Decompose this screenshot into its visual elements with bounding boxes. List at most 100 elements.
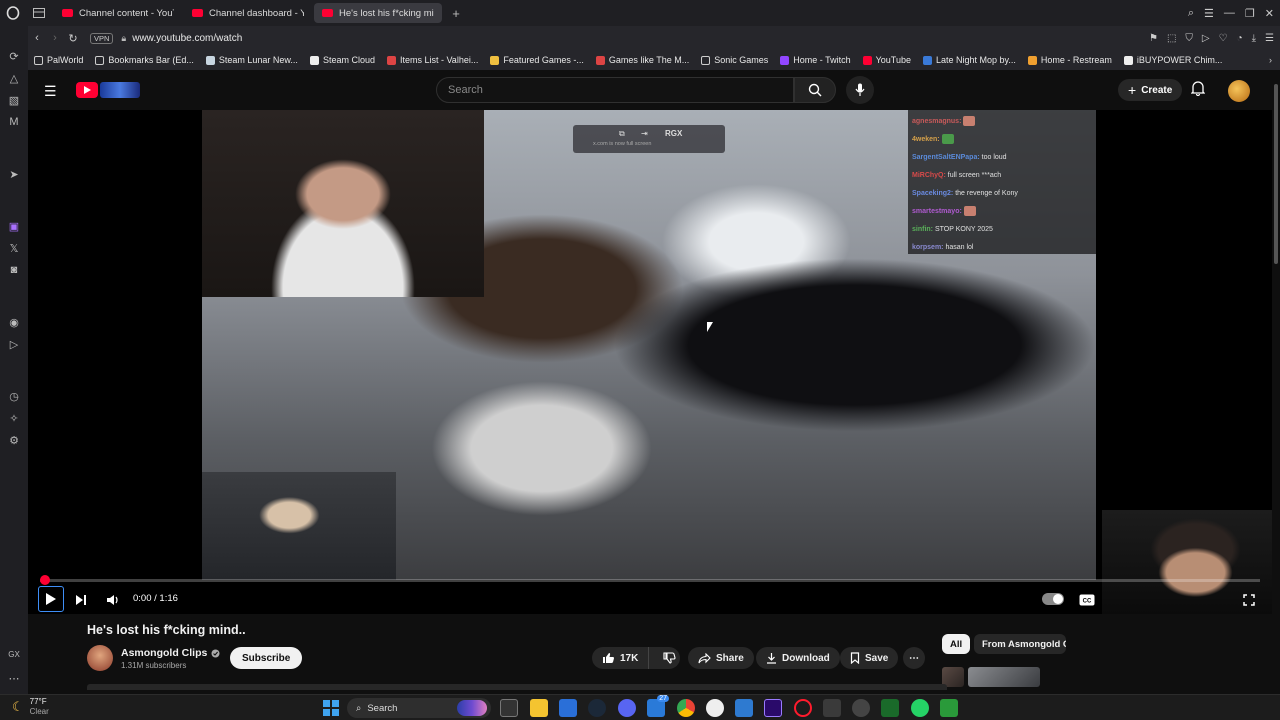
- whatsapp-icon[interactable]: [911, 699, 929, 717]
- discord-icon[interactable]: [618, 699, 636, 717]
- play-button[interactable]: [38, 586, 64, 612]
- store-icon[interactable]: [559, 699, 577, 717]
- download-button[interactable]: Download: [756, 647, 840, 669]
- shield-icon[interactable]: ⛉: [1185, 33, 1193, 44]
- player-icon[interactable]: ◉: [0, 316, 28, 329]
- gx-icon[interactable]: GX: [0, 650, 28, 659]
- youtube-doodle-logo[interactable]: [100, 82, 140, 98]
- task-view-icon[interactable]: [500, 699, 518, 717]
- more-icon[interactable]: ⋯: [0, 672, 28, 685]
- snipping-tool-icon[interactable]: [823, 699, 841, 717]
- history-icon[interactable]: ⟳: [0, 50, 28, 63]
- bookmark-item[interactable]: Bookmarks Bar (Ed...: [95, 55, 194, 65]
- bookmark-item[interactable]: Games like The M...: [595, 55, 689, 65]
- chip-all[interactable]: All: [942, 634, 971, 654]
- url-field[interactable]: www.youtube.com/watch: [132, 33, 242, 44]
- close-button[interactable]: ✕: [1265, 7, 1274, 20]
- gallery-icon[interactable]: ▧: [0, 94, 28, 107]
- extensions-icon[interactable]: ✧: [0, 412, 28, 425]
- scrollbar-thumb[interactable]: [1274, 84, 1278, 264]
- create-button[interactable]: + Create: [1118, 79, 1183, 101]
- snapshot-icon[interactable]: ⬚: [1167, 33, 1176, 44]
- search-button[interactable]: [794, 77, 836, 103]
- bookmark-item[interactable]: Items List - Valhei...: [386, 55, 478, 65]
- x-icon[interactable]: 𝕏: [0, 242, 28, 255]
- app-green-2-icon[interactable]: [940, 699, 958, 717]
- search-input[interactable]: [437, 78, 793, 102]
- search-tabs-icon[interactable]: ⌕: [1188, 7, 1194, 20]
- discord-icon[interactable]: ◙: [0, 264, 28, 276]
- more-actions-button[interactable]: ⋯: [903, 647, 925, 669]
- bookmark-item[interactable]: Steam Cloud: [309, 55, 375, 65]
- twitch-icon[interactable]: ▣: [0, 220, 28, 233]
- workspaces-icon[interactable]: [26, 0, 52, 26]
- opera-gx-icon[interactable]: [794, 699, 812, 717]
- volume-button[interactable]: [102, 589, 124, 611]
- aria-icon[interactable]: △: [0, 72, 28, 85]
- channel-name-link[interactable]: Asmongold Clips: [121, 647, 220, 659]
- windows-start-icon[interactable]: [322, 699, 340, 717]
- minimize-button[interactable]: —: [1224, 7, 1235, 19]
- description-box-edge[interactable]: [87, 684, 947, 690]
- subscribe-button[interactable]: Subscribe: [230, 647, 303, 669]
- autoplay-toggle[interactable]: [1042, 593, 1064, 605]
- steam-icon[interactable]: [588, 699, 606, 717]
- obs-icon[interactable]: [852, 699, 870, 717]
- video-player[interactable]: ⧉ ⇥ RGX x.com is now full screen agnesma…: [28, 110, 1272, 614]
- forward-button[interactable]: ›: [46, 32, 64, 44]
- channel-avatar[interactable]: [87, 645, 113, 671]
- premiere-pro-icon[interactable]: [764, 699, 782, 717]
- clock-icon[interactable]: ◷: [0, 390, 28, 403]
- bookmark-item[interactable]: Sonic Games: [701, 55, 768, 65]
- tab-menu-icon[interactable]: ☰: [1204, 7, 1214, 20]
- github-icon[interactable]: [706, 699, 724, 717]
- menu-hamburger-icon[interactable]: ☰: [44, 83, 57, 100]
- tab-channel-content[interactable]: Channel content - YouTube: [54, 3, 182, 23]
- mail-icon[interactable]: M: [0, 116, 28, 128]
- page-scrollbar[interactable]: [1272, 70, 1280, 694]
- chrome-icon[interactable]: [677, 699, 695, 717]
- tab-channel-dashboard[interactable]: Channel dashboard - YouTube: [184, 3, 312, 23]
- weather-widget[interactable]: ☾ 77°F Clear: [12, 697, 49, 717]
- bookmark-item[interactable]: Home - Twitch: [780, 55, 851, 65]
- send-icon[interactable]: ▷: [0, 338, 28, 351]
- app-green-icon[interactable]: [881, 699, 899, 717]
- opera-logo-icon[interactable]: [0, 0, 26, 26]
- bookmark-item[interactable]: Steam Lunar New...: [205, 55, 298, 65]
- taskbar-search[interactable]: ⌕ Search: [347, 698, 491, 718]
- bookmark-item[interactable]: Late Night Mop by...: [922, 55, 1016, 65]
- fullscreen-button[interactable]: [1238, 589, 1260, 611]
- bookmark-item[interactable]: iBUYPOWER Chim...: [1123, 55, 1222, 65]
- reload-button[interactable]: ↻: [64, 32, 82, 45]
- vpn-badge[interactable]: VPN: [90, 32, 114, 44]
- dislike-button[interactable]: [654, 652, 685, 664]
- bookmark-item[interactable]: PalWorld: [34, 55, 83, 65]
- easy-setup-icon[interactable]: ☰: [1265, 33, 1274, 44]
- profile-icon[interactable]: ◔: [1237, 33, 1243, 44]
- notifications-button[interactable]: [1190, 80, 1206, 101]
- download-icon[interactable]: ⤓: [1252, 33, 1256, 44]
- subtitles-button[interactable]: CC: [1076, 589, 1098, 611]
- voice-search-button[interactable]: [846, 76, 874, 104]
- bookmark-item[interactable]: Home - Restream: [1027, 55, 1112, 65]
- bookmarks-overflow-icon[interactable]: ›: [1269, 55, 1272, 65]
- lock-icon[interactable]: 🔒︎: [121, 33, 126, 44]
- progress-bar[interactable]: [39, 575, 1260, 585]
- heart-icon[interactable]: ♡: [1219, 33, 1228, 44]
- bookmark-item[interactable]: Featured Games -...: [490, 55, 584, 65]
- player-icon[interactable]: ▷: [1202, 33, 1210, 44]
- tab-current-video[interactable]: He's lost his f*cking mind..: [314, 3, 442, 23]
- next-button[interactable]: [70, 589, 92, 611]
- bookmark-item[interactable]: YouTube: [862, 55, 911, 65]
- file-explorer-icon[interactable]: [530, 699, 548, 717]
- new-tab-button[interactable]: +: [446, 3, 466, 23]
- like-button[interactable]: 17K: [592, 647, 650, 669]
- save-button[interactable]: Save: [840, 647, 899, 669]
- app-with-badge-icon[interactable]: 27: [647, 695, 669, 717]
- pin-icon[interactable]: ➤: [0, 168, 28, 181]
- share-button[interactable]: Share: [688, 647, 754, 669]
- back-button[interactable]: ‹: [28, 32, 46, 44]
- youtube-logo-icon[interactable]: [76, 82, 98, 98]
- settings-gear-icon[interactable]: ⚙: [0, 434, 28, 447]
- bookmark-icon[interactable]: ⚑: [1149, 33, 1158, 44]
